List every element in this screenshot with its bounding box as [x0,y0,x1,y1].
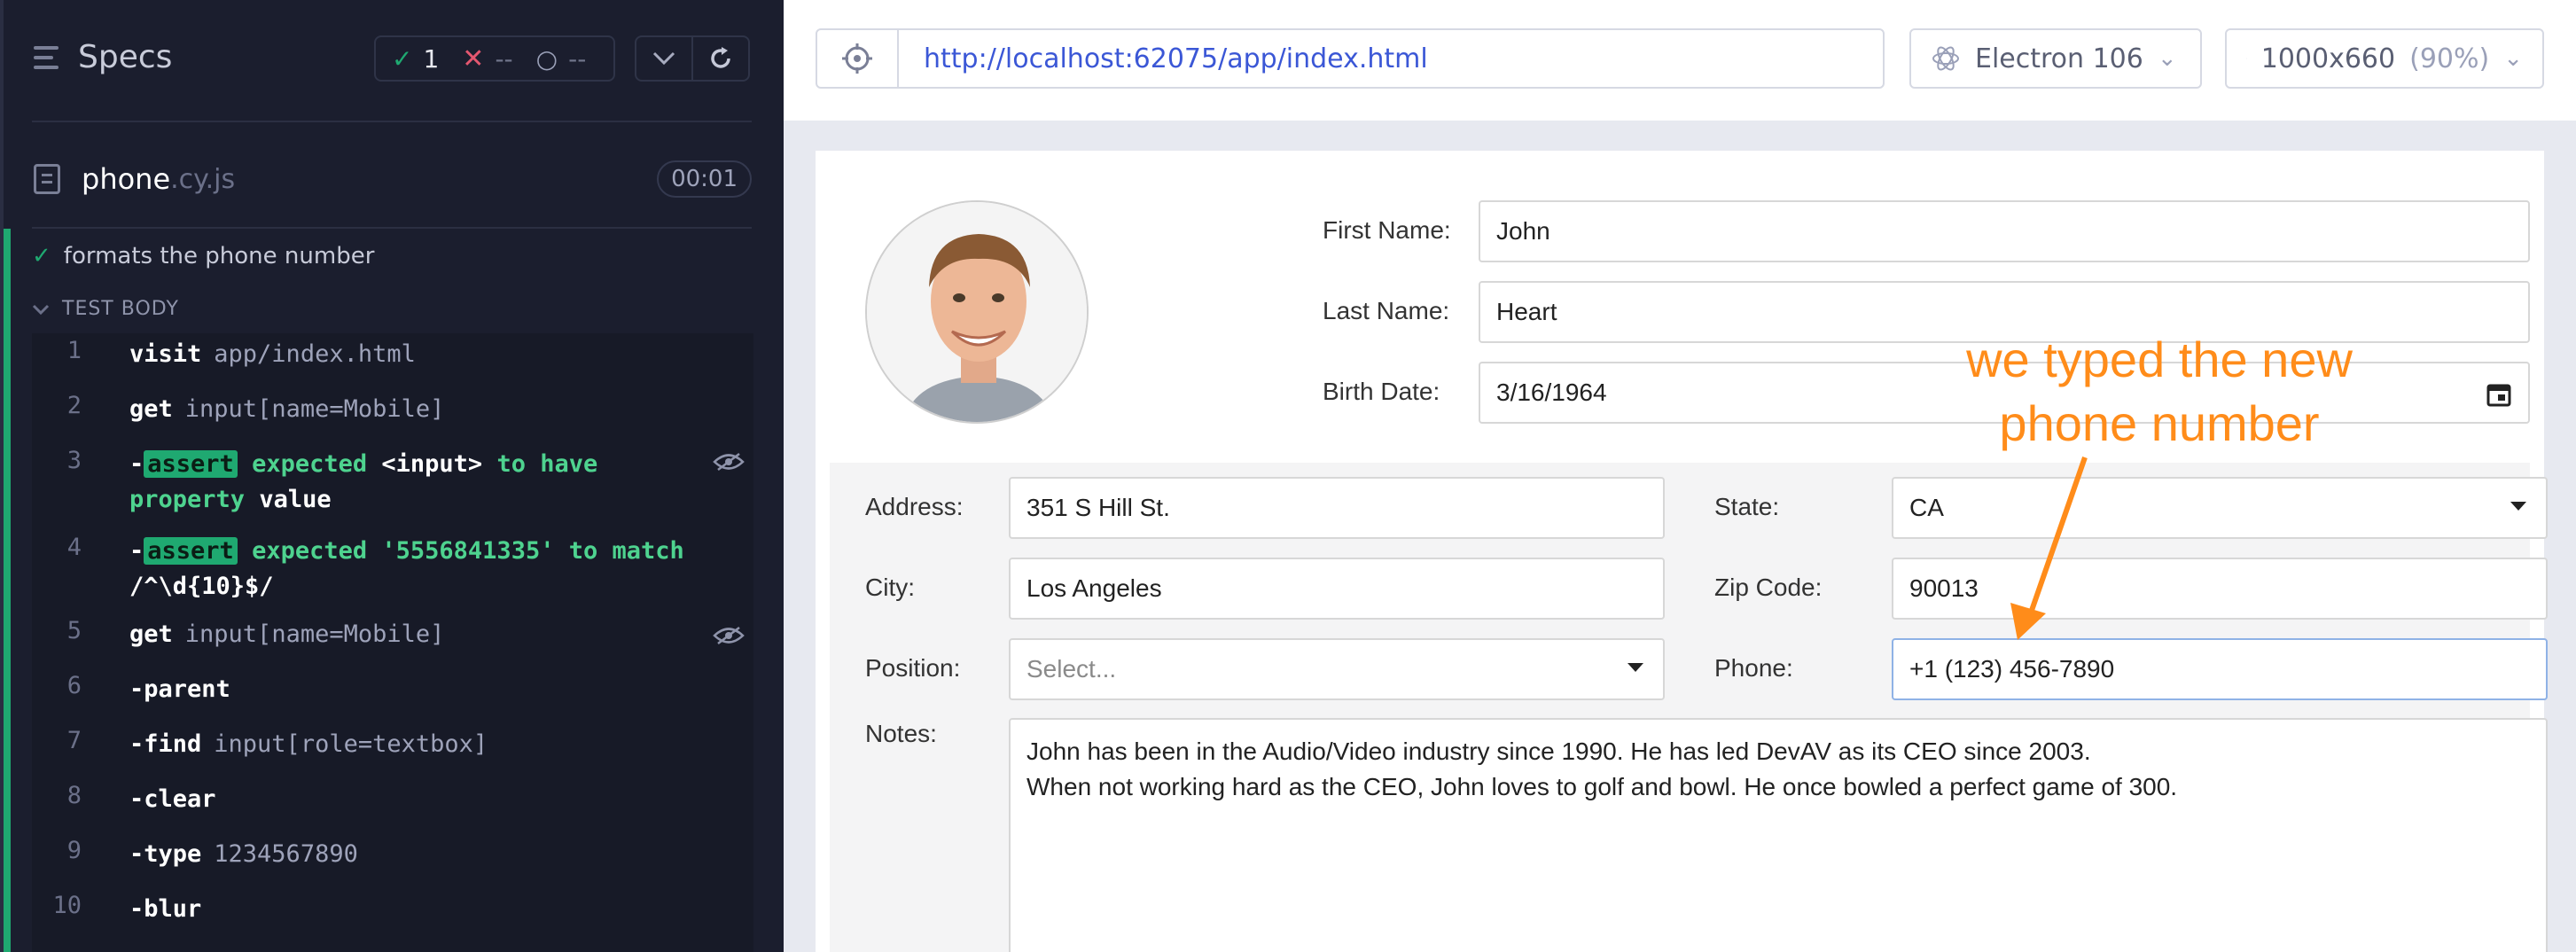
spinner-icon: ○ [535,43,558,74]
rerun-button[interactable] [693,37,748,80]
test-body-toggle[interactable]: TEST BODY [32,298,179,320]
test-body-label: TEST BODY [62,298,179,320]
command-log-panel: Specs ✓ 1 ✕ -- ○ -- phone .cy.js 00:01 ✓… [0,0,784,952]
chevron-down-icon [32,304,50,315]
duration-badge: 00:01 [657,160,752,198]
failed-stat: ✕ -- [462,43,513,74]
chevron-down-icon[interactable] [636,37,693,80]
spec-file-row[interactable]: phone .cy.js 00:01 [34,156,752,202]
test-title-row[interactable]: ✓ formats the phone number [32,243,374,269]
menu-icon [34,45,62,69]
spec-file-name: phone [82,162,171,196]
test-item: ✓ formats the phone number TEST BODY 1 v… [0,229,784,952]
document-icon [34,164,60,194]
app-preview-panel: http://localhost:62075/app/index.html El… [784,0,2576,952]
specs-title: Specs [78,39,173,75]
specs-toggle[interactable]: Specs [34,39,172,75]
pending-stat: ○ -- [535,43,587,74]
eye-slash-icon[interactable] [713,626,745,645]
divider [32,121,752,122]
assert-badge: assert [144,450,238,478]
eye-slash-icon[interactable] [713,452,745,472]
refresh-icon [711,47,730,68]
check-icon: ✓ [392,43,413,74]
check-icon: ✓ [32,243,51,269]
run-controls [635,35,750,82]
specs-header: Specs ✓ 1 ✕ -- ○ -- [0,0,784,122]
passed-stat: ✓ 1 [392,43,440,74]
annotation-arrow [2010,456,2088,640]
spec-file-ext: .cy.js [170,163,236,195]
x-icon: ✕ [462,43,485,74]
test-title: formats the phone number [63,243,375,269]
command-list: 1 visit app/index.html 2 get input[name=Mo… [32,333,753,952]
assert-badge: assert [144,537,238,565]
test-stats: ✓ 1 ✕ -- ○ -- [374,35,615,82]
